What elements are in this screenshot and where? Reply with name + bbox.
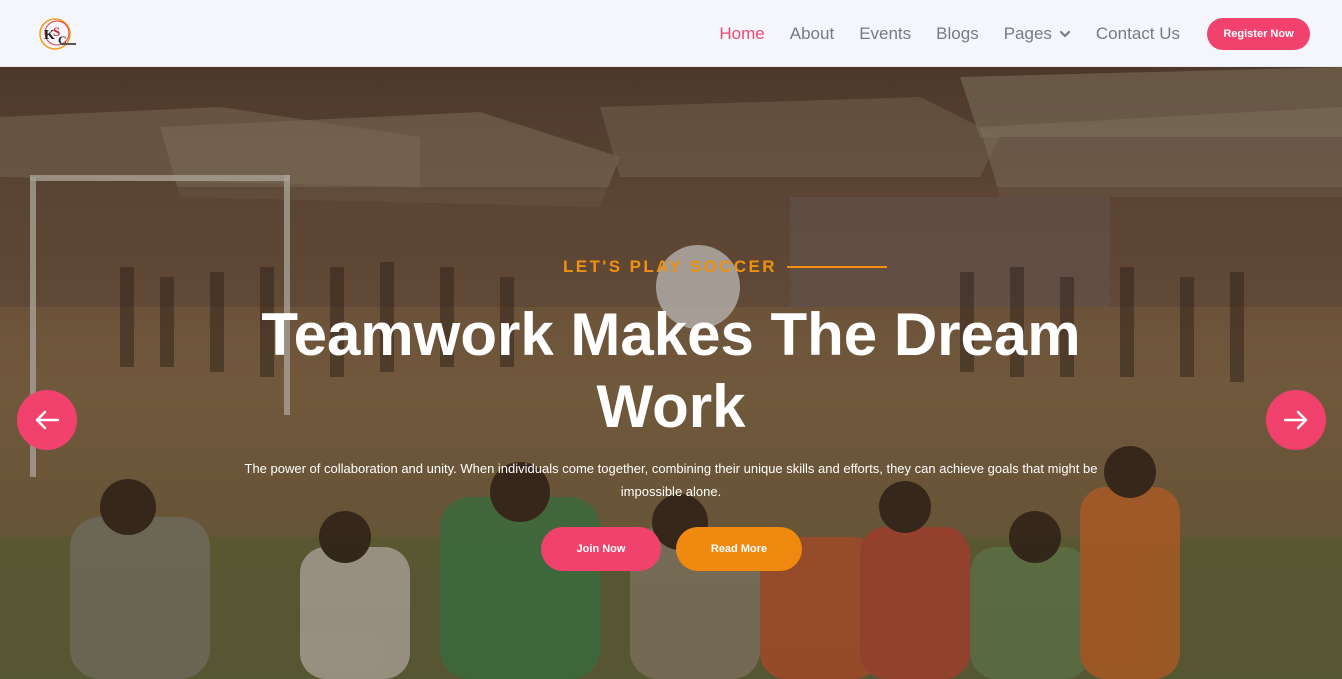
hero-headline: Teamwork Makes The Dream Work <box>0 299 1342 443</box>
hero-content: LET'S PLAY SOCCER Teamwork Makes The Dre… <box>0 67 1342 679</box>
nav-item-pages[interactable]: Pages <box>1004 24 1071 44</box>
nav-item-blogs[interactable]: Blogs <box>936 24 979 44</box>
logo-emblem-icon: K S C <box>39 18 76 50</box>
hero-kicker: LET'S PLAY SOCCER <box>563 257 887 277</box>
nav-item-label: Events <box>859 23 912 43</box>
hero-kicker-text: LET'S PLAY SOCCER <box>563 257 777 276</box>
kicker-divider <box>786 266 887 268</box>
hero-slider: LET'S PLAY SOCCER Teamwork Makes The Dre… <box>0 67 1342 679</box>
nav-item-about[interactable]: About <box>790 24 834 44</box>
hero-subtext: The power of collaboration and unity. Wh… <box>244 461 1098 499</box>
join-now-button[interactable]: Join Now <box>541 527 661 571</box>
hero-headline-line2: Work <box>596 373 746 440</box>
chevron-down-icon <box>1059 30 1071 37</box>
nav-item-label: Blogs <box>936 23 979 43</box>
nav-item-label: Contact Us <box>1095 23 1180 43</box>
main-nav: Home About Events Blogs Pages Contact Us… <box>719 0 1310 67</box>
nav-item-label: Home <box>719 23 765 43</box>
arrow-left-icon <box>35 410 60 430</box>
nav-item-events[interactable]: Events <box>859 24 911 44</box>
arrow-right-icon <box>1283 410 1308 430</box>
nav-item-home[interactable]: Home <box>719 24 764 44</box>
nav-item-label: Pages <box>1003 23 1052 43</box>
site-logo[interactable]: K S C <box>36 14 78 54</box>
site-header: K S C Home About Events Blogs Pages Cont… <box>0 0 1342 67</box>
nav-item-label: About <box>789 23 835 43</box>
register-button[interactable]: Register Now <box>1207 17 1310 50</box>
slider-prev-button[interactable] <box>17 390 77 450</box>
nav-item-contact[interactable]: Contact Us <box>1096 24 1180 44</box>
slider-next-button[interactable] <box>1266 390 1326 450</box>
hero-cta-group: Join Now Read More <box>541 527 802 571</box>
hero-headline-line1: Teamwork Makes The Dream <box>261 301 1081 368</box>
read-more-button[interactable]: Read More <box>676 527 802 571</box>
